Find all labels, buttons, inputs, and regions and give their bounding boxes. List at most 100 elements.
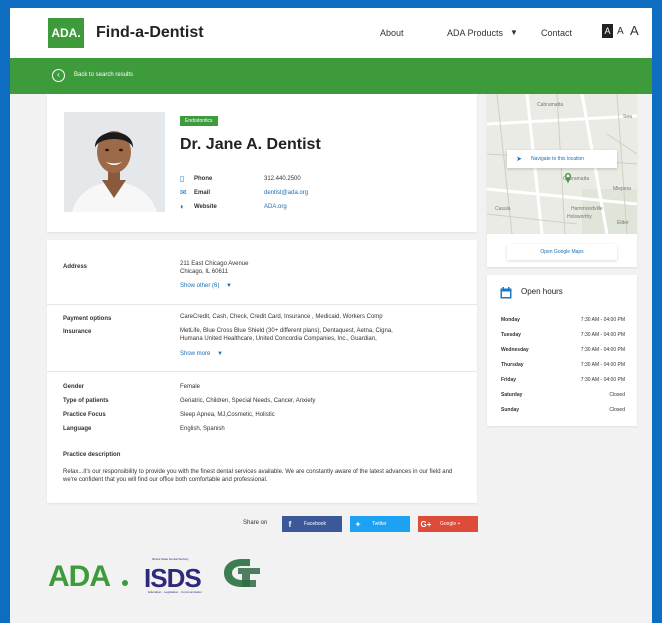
font-size-small-button[interactable]: A xyxy=(602,24,613,38)
day-hours: 7:30 AM - 04:00 PM xyxy=(580,362,625,368)
show-more-label: Show more xyxy=(180,351,211,357)
day-hours: 7:30 AM - 04:00 PM xyxy=(580,377,625,383)
address-line2: Chicago, IL 60611 xyxy=(180,269,229,275)
focus-label: Practice Focus xyxy=(63,412,106,418)
back-bar: ‹ Back to search results xyxy=(10,58,652,94)
share-twitter-button[interactable]: ✦ Twitter xyxy=(350,516,410,532)
map-label: Elder xyxy=(617,220,629,226)
email-link[interactable]: dentist@ada.org xyxy=(264,188,308,198)
hours-row: Saturday Closed xyxy=(501,392,625,402)
day-name: Friday xyxy=(501,377,517,383)
map-card: Cabramatta Sea Cabramatta Hammondville H… xyxy=(487,94,637,267)
isds-tagline: Illinois State Dental Society xyxy=(152,557,189,561)
profile-card: Endodontics Dr. Jane A. Dentist ▯ Phone … xyxy=(47,94,477,232)
day-hours: Closed xyxy=(609,392,625,398)
ada-logo-dot xyxy=(122,580,128,586)
calendar-icon xyxy=(500,286,512,299)
payment-value: CareCredit, Cash, Check, Credit Card, In… xyxy=(180,314,383,320)
back-arrow-icon[interactable]: ‹ xyxy=(52,69,65,82)
day-hours: 7:30 AM - 04:00 PM xyxy=(580,332,625,338)
day-name: Saturday xyxy=(501,392,523,398)
location-map[interactable]: Cabramatta Sea Cabramatta Hammondville H… xyxy=(487,94,637,234)
dentist-name: Dr. Jane A. Dentist xyxy=(180,136,321,153)
description-text: Relax...it's our responsibility to provi… xyxy=(63,469,453,483)
insurance-line1: MetLife, Blue Cross Blue Shield (30+ dif… xyxy=(180,328,393,334)
language-label: Language xyxy=(63,426,92,432)
font-size-medium-button[interactable]: A xyxy=(617,26,624,37)
dental-society-logo[interactable] xyxy=(220,556,264,595)
open-google-maps-button[interactable]: Open Google Maps xyxy=(507,244,617,260)
nav-contact[interactable]: Contact xyxy=(541,28,572,38)
site-header: ADA. Find-a-Dentist About ADA Products ▼… xyxy=(10,8,652,58)
hours-row: Thursday 7:30 AM - 04:00 PM xyxy=(501,362,625,372)
divider xyxy=(47,304,477,305)
day-hours: 7:30 AM - 04:00 PM xyxy=(580,347,625,353)
contact-label: Email xyxy=(194,190,211,196)
map-label: Casula xyxy=(495,206,511,212)
map-label: Cabramatta xyxy=(563,176,590,182)
day-name: Monday xyxy=(501,317,520,323)
description-label: Practice description xyxy=(63,452,121,458)
share-google-label: Google + xyxy=(440,521,461,527)
day-name: Wednesday xyxy=(501,347,529,353)
back-to-results-link[interactable]: Back to search results xyxy=(74,72,133,78)
website-link[interactable]: ADA.org xyxy=(264,202,287,212)
facebook-icon: f xyxy=(288,519,292,529)
chevron-down-icon: ▼ xyxy=(217,351,223,357)
google-plus-icon: G+ xyxy=(420,519,432,529)
font-size-large-button[interactable]: A xyxy=(630,23,639,38)
chevron-down-icon[interactable]: ▼ xyxy=(510,28,518,37)
gender-value: Female xyxy=(180,384,201,390)
hours-row: Wednesday 7:30 AM - 04:00 PM xyxy=(501,347,625,357)
details-card: Address 211 East Chicago Avenue Chicago,… xyxy=(47,240,477,503)
insurance-label: Insurance xyxy=(63,329,92,335)
globe-icon: ◐ xyxy=(180,202,185,211)
share-google-button[interactable]: G+ Google + xyxy=(418,516,478,532)
share-facebook-label: Facebook xyxy=(304,521,326,527)
map-label: Hammondville xyxy=(571,206,603,212)
hours-row: Monday 7:30 AM - 04:00 PM xyxy=(501,317,625,327)
nav-ada-products[interactable]: ADA Products xyxy=(447,28,503,38)
chevron-down-icon: ▼ xyxy=(226,283,232,289)
address-line1: 211 East Chicago Avenue xyxy=(180,261,249,267)
navigate-location-button[interactable]: ➤ Navigate to this location xyxy=(507,150,617,168)
site-title[interactable]: Find-a-Dentist xyxy=(96,24,204,42)
address-label: Address xyxy=(63,264,88,270)
isds-subtitle: Education · Legislation · Communication xyxy=(148,590,202,594)
divider xyxy=(47,371,477,372)
contact-label: Phone xyxy=(194,176,213,182)
navigation-arrow-icon: ➤ xyxy=(516,156,522,163)
map-label: Miepera xyxy=(613,186,632,192)
open-hours-card: Open hours Monday 7:30 AM - 04:00 PM Tue… xyxy=(487,275,637,426)
show-other-link[interactable]: Show other (6) ▼ xyxy=(180,283,232,289)
share-facebook-button[interactable]: f Facebook xyxy=(282,516,342,532)
ada-logo[interactable]: ADA. xyxy=(48,18,84,48)
show-other-label: Show other (6) xyxy=(180,283,220,289)
day-name: Thursday xyxy=(501,362,524,368)
open-hours-title: Open hours xyxy=(521,287,563,296)
phone-icon: ▯ xyxy=(180,174,185,183)
map-label: Cabramatta xyxy=(537,102,564,108)
hours-row: Sunday Closed xyxy=(501,407,625,417)
dentist-photo xyxy=(64,112,165,212)
patients-value: Geriatric, Children, Special Needs, Canc… xyxy=(180,398,316,404)
payment-label: Payment options xyxy=(63,316,112,322)
twitter-icon: ✦ xyxy=(354,519,362,529)
navigate-label: Navigate to this location xyxy=(531,156,585,162)
day-hours: Closed xyxy=(609,407,625,413)
isds-logo[interactable]: Illinois State Dental Society ISDS Educa… xyxy=(144,557,202,594)
email-icon: ✉ xyxy=(180,188,187,197)
share-twitter-label: Twitter xyxy=(372,521,387,527)
show-more-link[interactable]: Show more ▼ xyxy=(180,351,223,357)
focus-value: Sleep Apnea, MJ,Cosmetic, Holistic xyxy=(180,412,275,418)
specialty-badge: Endodontics xyxy=(180,116,218,126)
insurance-line2: Humana United Healthcare, United Concord… xyxy=(180,336,377,342)
ada-footer-logo[interactable]: ADA xyxy=(48,560,111,594)
nav-about[interactable]: About xyxy=(380,28,404,38)
patients-label: Type of patients xyxy=(63,398,109,404)
phone-value[interactable]: 312.440.2500 xyxy=(264,174,301,184)
page: ADA. Find-a-Dentist About ADA Products ▼… xyxy=(10,8,652,623)
day-name: Sunday xyxy=(501,407,520,413)
map-label: Sea xyxy=(623,114,632,120)
contact-label: Website xyxy=(194,204,217,210)
